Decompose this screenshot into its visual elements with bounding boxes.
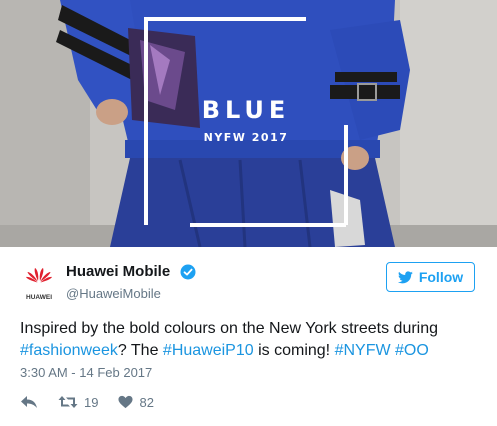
image-overlay-title: BLUE [201,96,291,124]
tweet-media-image[interactable]: BLUE NYFW 2017 [0,0,497,247]
reply-button[interactable] [20,395,38,409]
verified-badge-icon [180,264,196,280]
hashtag-link[interactable]: #OO [395,342,429,359]
follow-label: Follow [418,269,464,285]
tweet-actions: 19 82 [20,392,154,412]
like-button[interactable]: 82 [118,394,154,410]
twitter-bird-icon [397,270,413,283]
tweet-timestamp[interactable]: 3:30 AM - 14 Feb 2017 [20,365,152,380]
author-name[interactable]: Huawei Mobile [66,263,170,280]
like-count: 82 [139,394,154,410]
tweet-text-part: Inspired by the bold colours on the New … [20,320,439,337]
follow-button[interactable]: Follow [386,262,475,292]
svg-text:HUAWEI: HUAWEI [26,294,52,301]
retweet-button[interactable]: 19 [58,395,98,410]
hashtag-link[interactable]: #fashionweek [20,342,118,359]
hashtag-link[interactable]: #HuaweiP10 [163,342,254,359]
tweet-text-part: is coming! [253,342,335,359]
huawei-logo[interactable]: HUAWEI [20,265,58,303]
image-overlay-subtitle: NYFW 2017 [203,131,289,144]
tweet-text: Inspired by the bold colours on the New … [20,318,480,362]
author-handle[interactable]: @HuaweiMobile [66,286,161,301]
tweet-text-part: ? The [117,342,163,359]
retweet-icon [58,396,78,408]
heart-icon [118,395,133,409]
reply-icon [21,396,37,408]
retweet-count: 19 [84,394,99,410]
hashtag-link[interactable]: #NYFW [335,342,391,359]
